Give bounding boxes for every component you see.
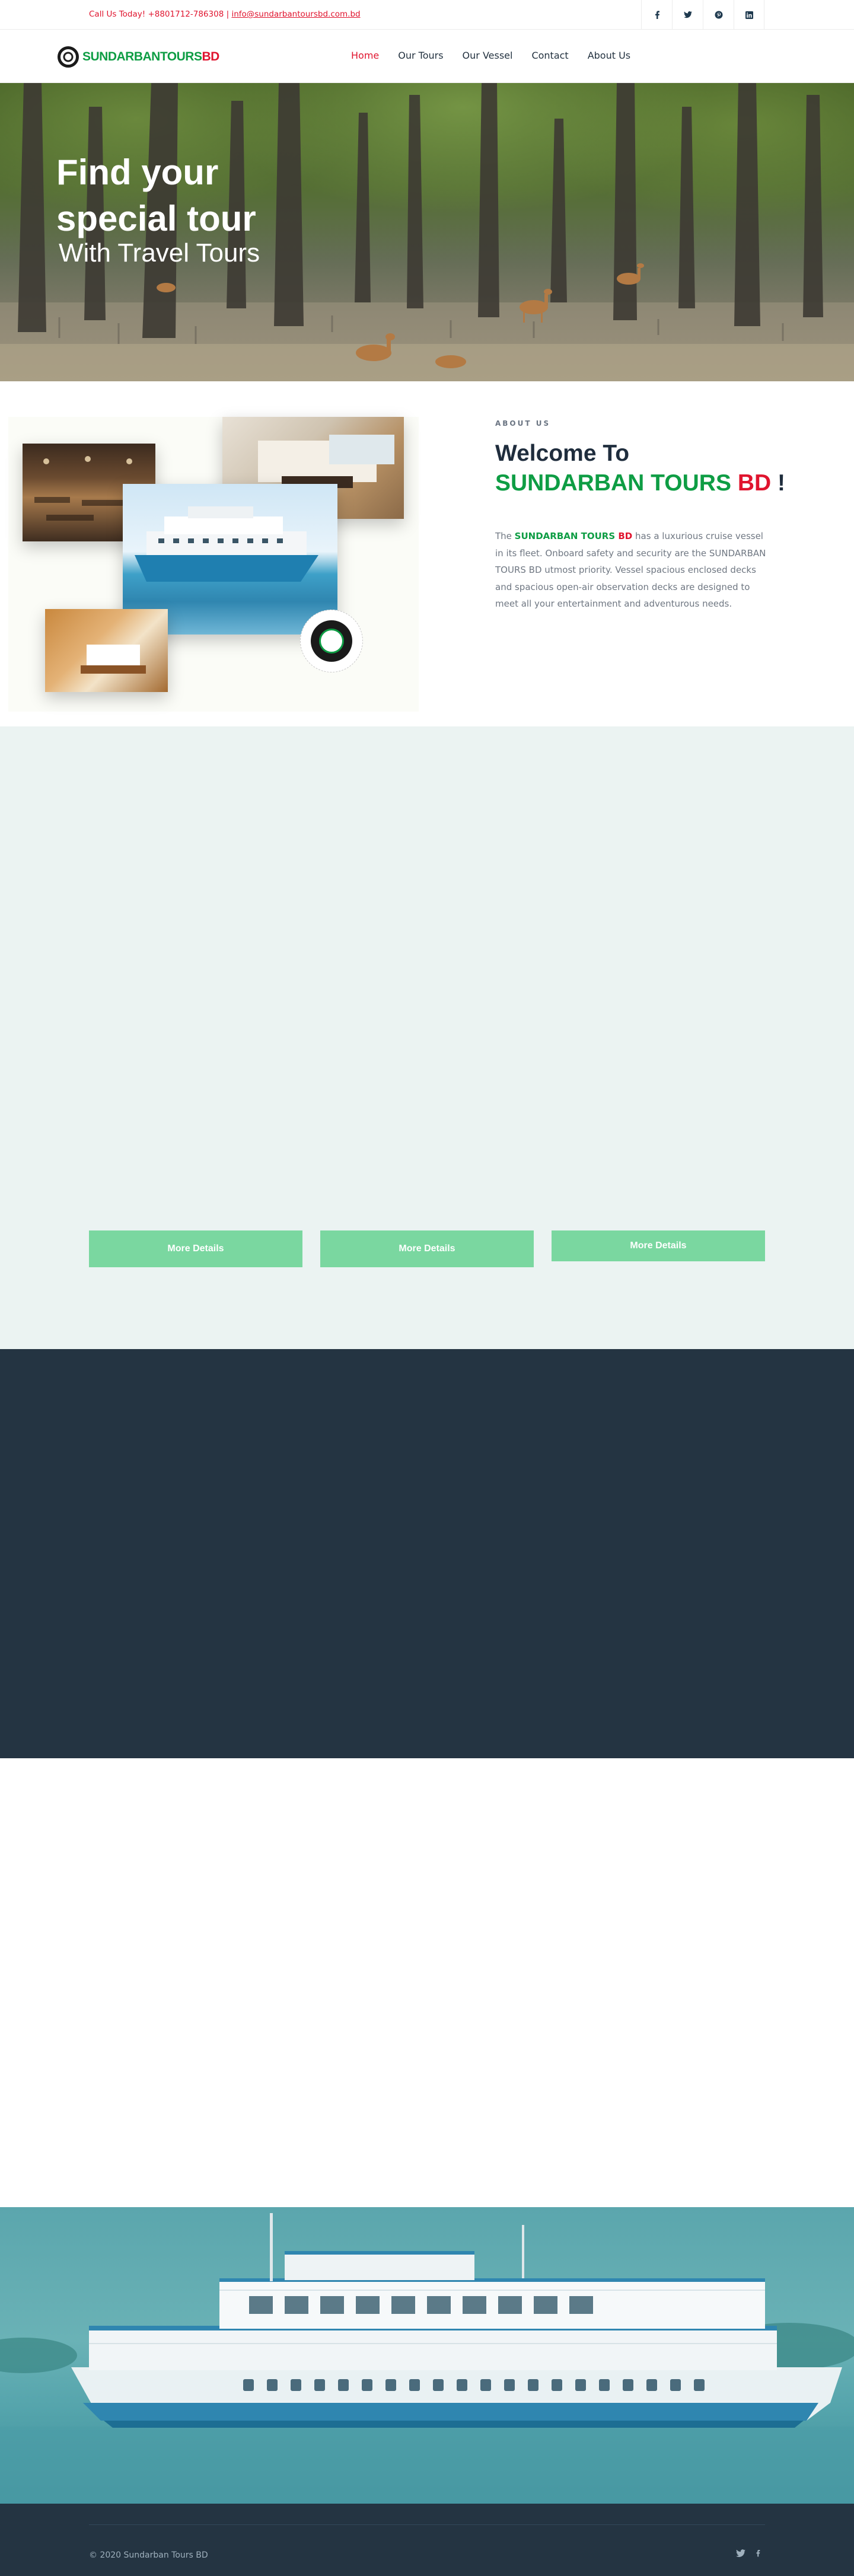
nav-home[interactable]: Home [351, 50, 379, 61]
sundarban-tours-seal [300, 610, 363, 672]
more-details-button[interactable]: More Details [89, 1230, 302, 1267]
nav-our-tours[interactable]: Our Tours [398, 50, 443, 61]
hero-heading-line2: special tour [56, 199, 256, 238]
vessel-photo-collage [8, 417, 419, 712]
facebook-icon[interactable] [641, 0, 672, 30]
more-details-button[interactable]: More Details [320, 1230, 534, 1267]
dark-section [0, 1349, 854, 1758]
nav-contact[interactable]: Contact [531, 50, 568, 61]
about-paragraph: The SUNDARBAN TOURS BD has a luxurious c… [495, 528, 768, 613]
cabin-interior-photo [45, 609, 168, 692]
about-eyebrow: ABOUT US [495, 419, 551, 428]
main-menu: Home Our Tours Our Vessel Contact About … [351, 50, 649, 61]
ship-wheel-icon [58, 46, 79, 68]
top-bar: Call Us Today! +8801712-786308 | info@su… [0, 0, 854, 30]
about-para-brand-green: SUNDARBAN TOURS [514, 531, 616, 541]
tours-section: More Details More Details More Details [0, 726, 854, 1349]
blank-section [0, 1758, 854, 2207]
about-para-prefix: The [495, 531, 515, 541]
logo-text: SUNDARBANTOURSBD [82, 50, 219, 64]
call-us-text: Call Us Today! +8801712-786308 [89, 9, 224, 19]
pinterest-icon[interactable] [703, 0, 734, 30]
about-para-brand-red: BD [615, 531, 633, 541]
more-details-button[interactable]: More Details [552, 1230, 765, 1261]
copyright-text: © 2020 Sundarban Tours BD [89, 2551, 208, 2560]
hero-subheading: With Travel Tours [59, 238, 260, 267]
about-title-exclamation: ! [777, 470, 785, 496]
twitter-icon[interactable] [672, 0, 703, 30]
main-navbar: SUNDARBANTOURSBD Home Our Tours Our Vess… [0, 30, 854, 83]
hero-heading: Find your special tour [56, 149, 256, 242]
twitter-icon[interactable] [736, 2549, 745, 2560]
footer-social-links [736, 2549, 761, 2560]
top-social-links [641, 0, 764, 30]
hero-heading-line1: Find your [56, 152, 219, 192]
contact-info: Call Us Today! +8801712-786308 | info@su… [89, 9, 361, 19]
logo-text-green: SUNDARBANTOURS [82, 50, 202, 63]
linkedin-icon[interactable] [734, 0, 764, 30]
about-brand-red: BD [737, 470, 772, 496]
hero-banner: Find your special tour With Travel Tours [0, 83, 854, 381]
about-para-body: has a luxurious cruise vessel in its fle… [495, 531, 766, 609]
nav-our-vessel[interactable]: Our Vessel [463, 50, 513, 61]
about-title-brand: SUNDARBAN TOURS BD ! [495, 470, 785, 496]
contact-separator: | [224, 9, 232, 19]
logo-text-red: BD [202, 50, 219, 63]
about-brand-green: SUNDARBAN TOURS [495, 470, 731, 496]
vessel-banner-image [0, 2207, 854, 2504]
site-footer: © 2020 Sundarban Tours BD [0, 2504, 854, 2576]
footer-divider [89, 2524, 765, 2525]
site-logo[interactable]: SUNDARBANTOURSBD [58, 46, 219, 68]
about-section: ABOUT US Welcome To SUNDARBAN TOURS BD !… [0, 381, 854, 726]
about-title: Welcome To [495, 441, 630, 466]
facebook-icon[interactable] [755, 2549, 761, 2560]
nav-about-us[interactable]: About Us [588, 50, 630, 61]
email-link[interactable]: info@sundarbantoursbd.com.bd [231, 9, 360, 19]
